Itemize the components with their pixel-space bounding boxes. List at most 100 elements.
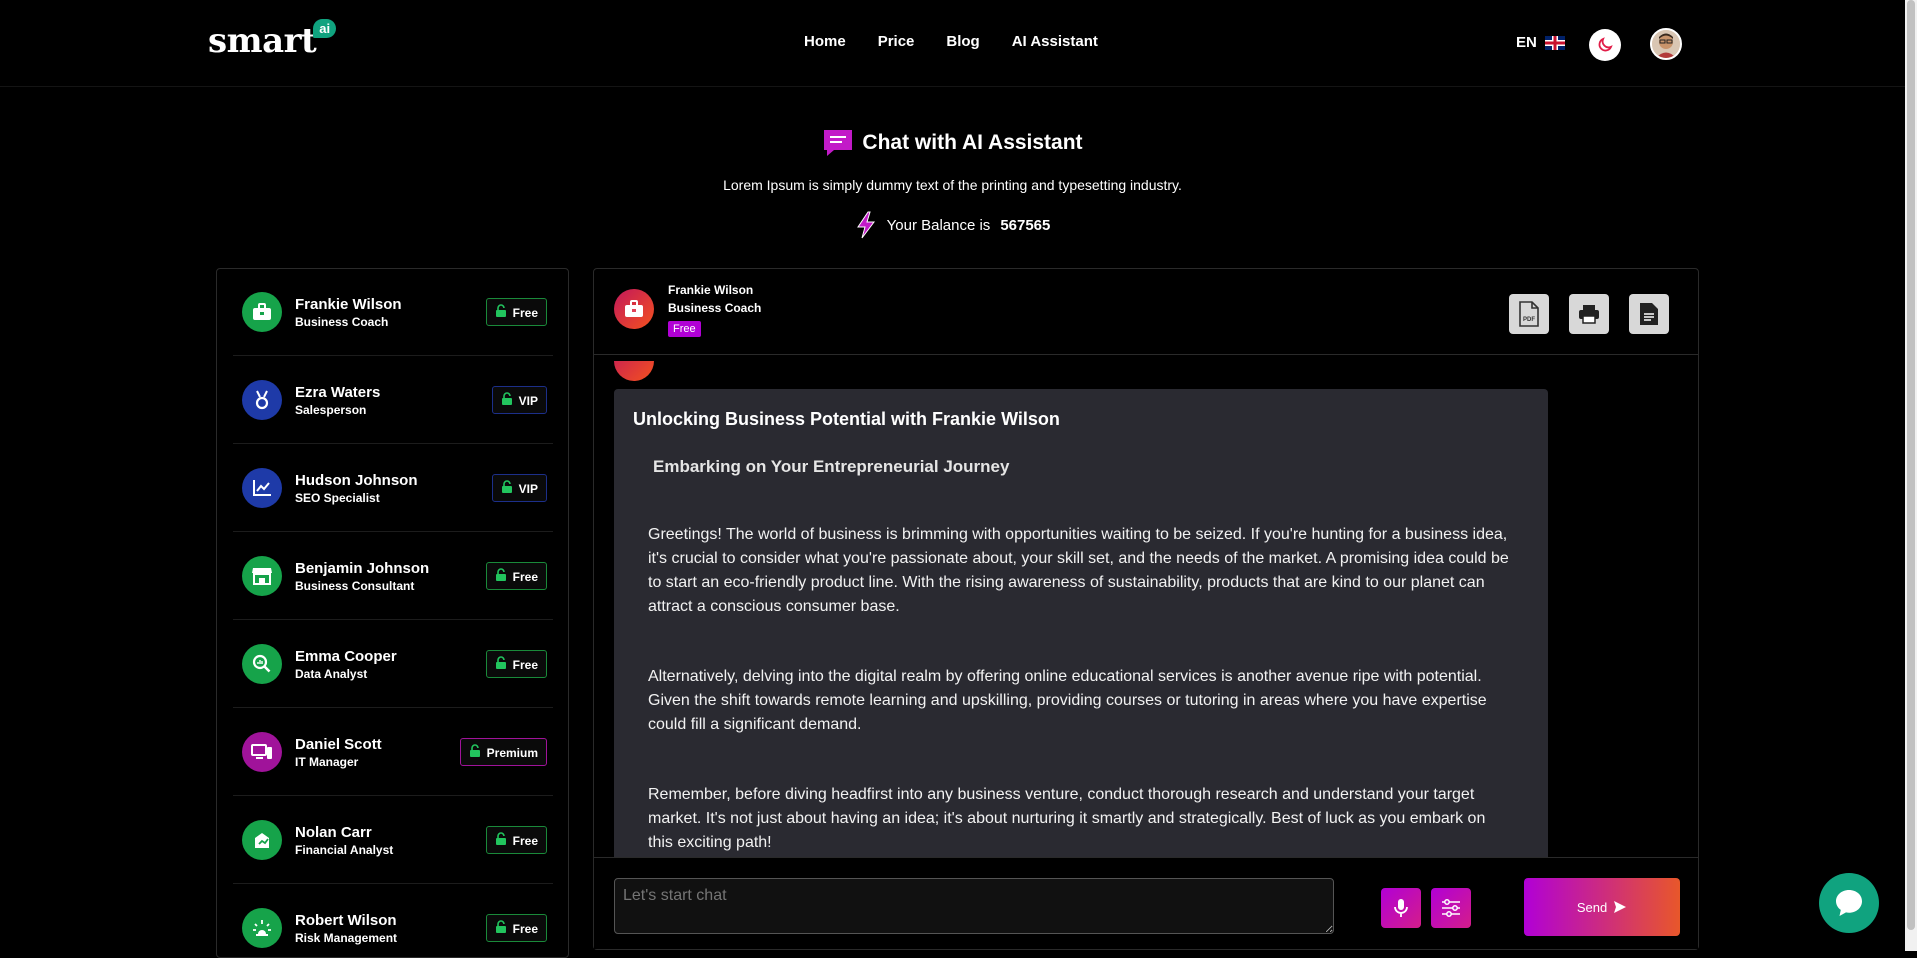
agent-item[interactable]: Daniel Scott IT Manager Premium — [233, 709, 553, 796]
logo-badge: ai — [313, 19, 337, 38]
chat-bubble-icon — [824, 130, 853, 156]
alert-icon — [242, 908, 282, 948]
balance-value: 567565 — [1000, 216, 1051, 234]
agent-role: IT Manager — [295, 754, 359, 769]
agent-item[interactable]: Robert Wilson Risk Management Free — [233, 885, 553, 957]
briefcase-icon — [614, 289, 654, 329]
tier-label: Premium — [486, 745, 538, 760]
unlock-icon — [495, 832, 507, 849]
page-hero: Chat with AI Assistant Lorem Ipsum is si… — [0, 128, 1905, 244]
agent-name: Ezra Waters — [295, 383, 381, 401]
message-paragraph: Remember, before diving headfirst into a… — [648, 786, 1486, 851]
agent-sidebar: Frankie Wilson Business Coach Free Ezra … — [216, 268, 569, 958]
chat-input[interactable] — [614, 878, 1334, 934]
message-title: Unlocking Business Potential with Franki… — [633, 409, 1060, 429]
chat-panel: Frankie Wilson Business Coach Free PDF U… — [593, 268, 1699, 950]
chat-agent-tier-badge: Free — [668, 321, 701, 337]
nav-home[interactable]: Home — [804, 33, 846, 50]
agent-item[interactable]: Frankie Wilson Business Coach Free — [233, 269, 553, 356]
tier-badge: Free — [485, 826, 547, 854]
unlock-icon — [501, 480, 513, 497]
unlock-icon — [495, 920, 507, 937]
agent-item[interactable]: Emma Cooper Data Analyst Free — [233, 621, 553, 708]
main-nav: Home Price Blog AI Assistant — [804, 33, 1098, 50]
language-code: EN — [1516, 34, 1537, 51]
tier-label: VIP — [518, 481, 538, 496]
logo-text: smart — [208, 21, 317, 61]
document-icon — [1640, 303, 1658, 325]
agent-name: Frankie Wilson — [295, 295, 402, 313]
store-icon — [242, 556, 282, 596]
agent-item[interactable]: Ezra Waters Salesperson VIP — [233, 357, 553, 444]
agent-name: Hudson Johnson — [295, 471, 418, 489]
pdf-icon: PDF — [1519, 301, 1539, 327]
computer-icon — [242, 732, 282, 772]
chat-input-bar: Send — [594, 857, 1698, 949]
page-title: Chat with AI Assistant — [822, 128, 1083, 158]
page-title-text: Chat with AI Assistant — [862, 131, 1083, 154]
agent-name: Robert Wilson — [295, 911, 397, 929]
chat-agent-name: Frankie Wilson — [668, 283, 754, 297]
tier-badge: Free — [485, 562, 547, 590]
paper-plane-icon — [1614, 901, 1627, 913]
tier-label: Free — [512, 569, 538, 584]
theme-toggle-button[interactable] — [1589, 29, 1621, 61]
search-data-icon — [242, 644, 282, 684]
agent-role: Business Consultant — [295, 578, 415, 593]
svg-text:PDF: PDF — [1523, 317, 1535, 323]
agent-role: Risk Management — [295, 930, 398, 945]
agent-item[interactable]: Benjamin Johnson Business Consultant Fre… — [233, 533, 553, 620]
language-selector[interactable]: EN — [1516, 34, 1565, 51]
agent-role: Salesperson — [295, 402, 367, 417]
assistant-message: Unlocking Business Potential with Franki… — [614, 389, 1548, 867]
unlock-icon — [495, 304, 507, 321]
tier-badge: Premium — [459, 738, 547, 766]
sliders-icon — [1442, 899, 1460, 917]
agent-item[interactable]: Nolan Carr Financial Analyst Free — [233, 797, 553, 884]
scrollbar-thumb[interactable] — [1907, 0, 1915, 930]
nav-blog[interactable]: Blog — [946, 33, 979, 50]
finance-icon — [242, 820, 282, 860]
nav-price[interactable]: Price — [878, 33, 915, 50]
chat-header: Frankie Wilson Business Coach Free PDF — [594, 269, 1698, 355]
agent-role: Business Coach — [295, 314, 389, 329]
tier-label: VIP — [518, 393, 538, 408]
message-paragraph: Alternatively, delving into the digital … — [648, 668, 1487, 733]
lightning-icon — [856, 211, 875, 239]
tier-badge: VIP — [491, 474, 547, 502]
support-chat-button[interactable] — [1819, 873, 1879, 933]
chart-line-icon — [242, 468, 282, 508]
export-pdf-button[interactable]: PDF — [1509, 294, 1549, 334]
agent-name: Daniel Scott — [295, 735, 382, 753]
settings-button[interactable] — [1431, 888, 1471, 928]
medal-icon — [242, 380, 282, 420]
chat-agent-role: Business Coach — [668, 301, 762, 315]
agent-name: Benjamin Johnson — [295, 559, 430, 577]
tier-badge: VIP — [491, 386, 547, 414]
page-subtitle: Lorem Ipsum is simply dummy text of the … — [723, 177, 1182, 193]
support-chat-icon — [1836, 890, 1862, 916]
page-scrollbar[interactable] — [1905, 0, 1917, 951]
user-avatar-icon — [1652, 30, 1680, 58]
unlock-icon — [469, 744, 481, 761]
agent-role: SEO Specialist — [295, 490, 380, 505]
send-label: Send — [1576, 899, 1608, 915]
logo[interactable]: smart ai — [208, 19, 339, 61]
tier-badge: Free — [485, 914, 547, 942]
user-avatar[interactable] — [1650, 28, 1682, 60]
printer-icon — [1579, 305, 1599, 324]
message-subtitle: Embarking on Your Entrepreneurial Journe… — [653, 457, 1010, 476]
message-paragraph: Greetings! The world of business is brim… — [648, 526, 1509, 615]
agent-item[interactable]: Hudson Johnson SEO Specialist VIP — [233, 445, 553, 532]
agent-name: Nolan Carr — [295, 823, 372, 841]
tier-badge: Free — [485, 650, 547, 678]
export-doc-button[interactable] — [1629, 294, 1669, 334]
moon-icon — [1598, 37, 1613, 52]
print-button[interactable] — [1569, 294, 1609, 334]
unlock-icon — [501, 392, 513, 409]
voice-input-button[interactable] — [1381, 888, 1421, 928]
nav-ai-assistant[interactable]: AI Assistant — [1012, 33, 1098, 50]
tier-label: Free — [512, 833, 538, 848]
send-button[interactable]: Send — [1524, 878, 1680, 936]
agent-role: Financial Analyst — [295, 842, 394, 857]
